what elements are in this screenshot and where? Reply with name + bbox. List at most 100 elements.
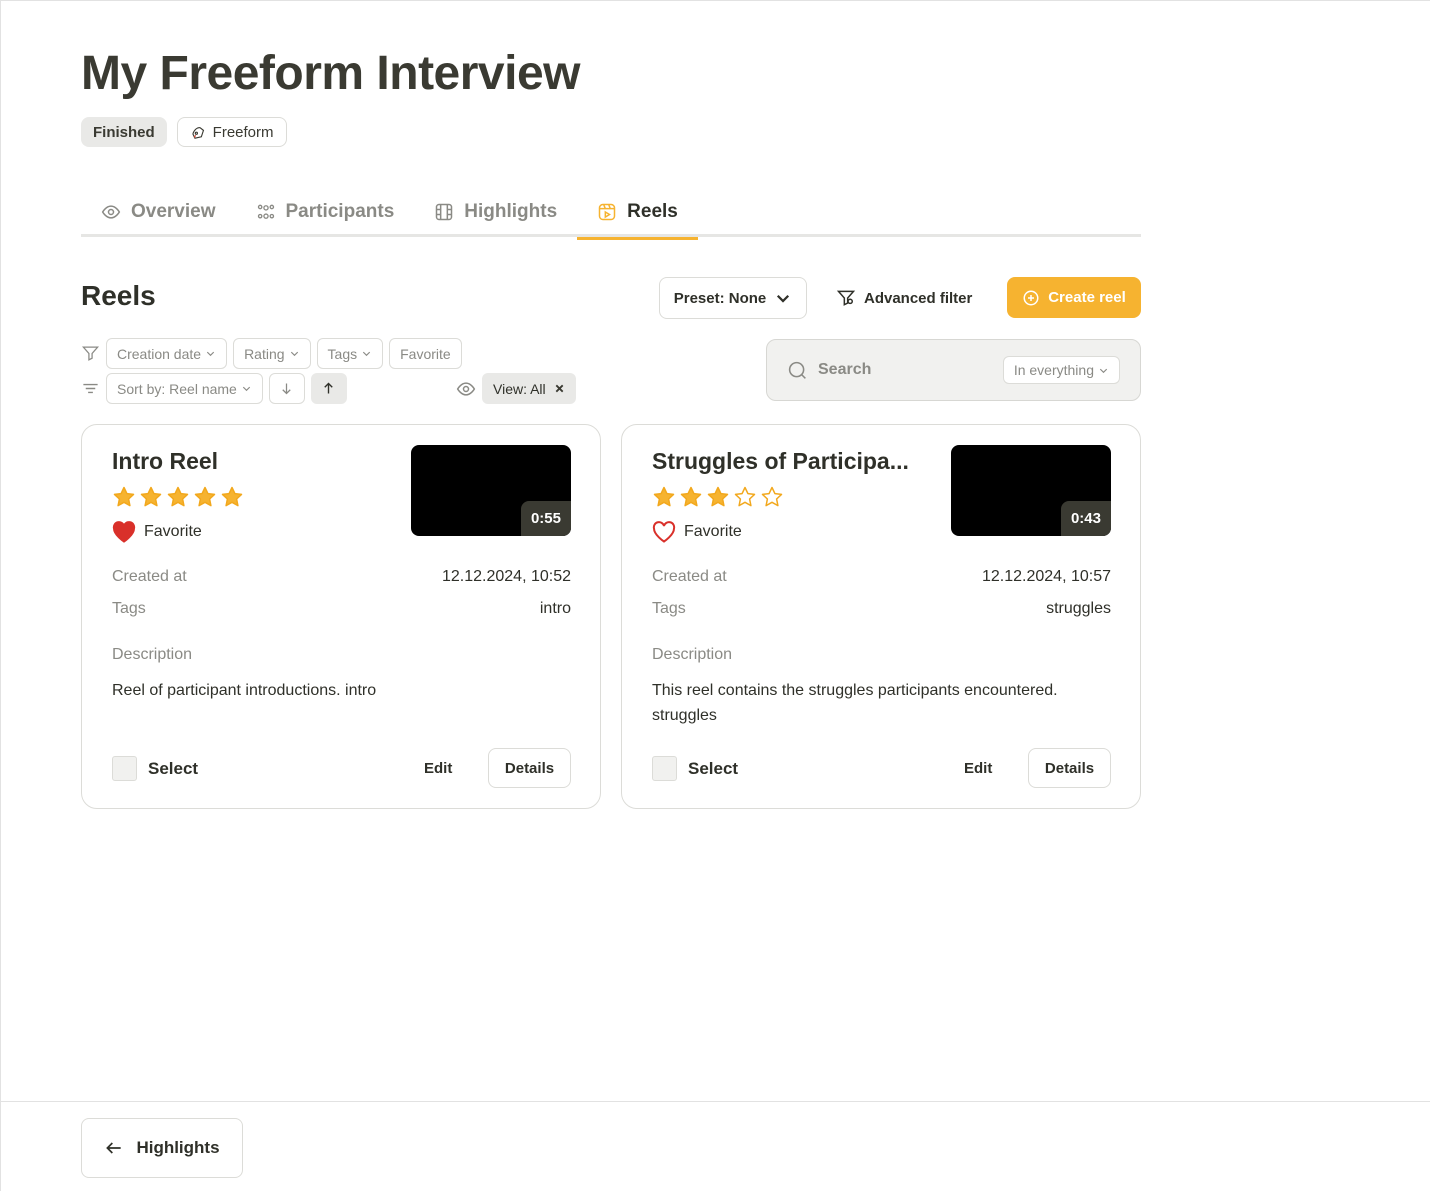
description-label: Description <box>652 646 733 663</box>
search-input[interactable]: Search <box>818 361 1003 379</box>
view-filter: View: All <box>456 373 576 404</box>
reel-card[interactable]: Struggles of Participa... Favorite 0:43 … <box>621 424 1141 809</box>
close-icon[interactable] <box>554 383 565 394</box>
created-row: Created at 12.12.2024, 10:52 <box>112 568 571 586</box>
star-rating[interactable] <box>112 485 244 509</box>
edit-button[interactable]: Edit <box>950 748 1006 788</box>
chevron-down-icon <box>777 294 790 303</box>
favorite-label: Favorite <box>144 523 202 540</box>
arrow-up-icon <box>324 382 334 394</box>
duration-badge: 0:55 <box>520 501 571 536</box>
type-badge-label: Freeform <box>212 123 274 141</box>
star-filled-icon[interactable] <box>112 485 136 509</box>
plus-circle-icon <box>1023 290 1039 305</box>
tab-reels[interactable]: Reels <box>577 186 698 240</box>
search-scope-dropdown[interactable]: In everything <box>1002 356 1120 384</box>
created-label: Created at <box>652 568 727 585</box>
created-value: 12.12.2024, 10:52 <box>441 568 571 585</box>
back-to-highlights-button[interactable]: Highlights <box>81 1118 243 1178</box>
checkbox[interactable] <box>652 756 677 781</box>
heart-icon <box>652 521 676 543</box>
freeform-icon <box>191 126 204 139</box>
filter-chip-label: Tags <box>327 345 358 362</box>
chevron-down-icon <box>362 351 371 357</box>
tab-overview-label: Overview <box>131 200 216 222</box>
filter-chip-label: Favorite <box>400 345 451 362</box>
sort-dropdown[interactable]: Sort by: Reel name <box>106 373 263 404</box>
favorite-label: Favorite <box>684 523 742 540</box>
duration-badge: 0:43 <box>1060 501 1111 536</box>
back-label: Highlights <box>136 1138 220 1157</box>
tab-reels-label: Reels <box>627 200 678 222</box>
star-filled-icon[interactable] <box>193 485 217 509</box>
star-filled-icon[interactable] <box>679 485 703 509</box>
details-button[interactable]: Details <box>488 748 571 788</box>
search-scope-label: In everything <box>1013 362 1094 378</box>
select-checkbox[interactable]: Select <box>652 756 738 781</box>
chevron-down-icon <box>290 351 298 357</box>
reel-thumbnail[interactable]: 0:43 <box>951 445 1111 536</box>
tab-bar: Overview Participants Highlights Reels <box>81 186 1141 240</box>
tab-participants[interactable]: Participants <box>236 186 415 237</box>
status-badge: Finished <box>81 117 167 147</box>
create-reel-button[interactable]: Create reel <box>1007 277 1141 318</box>
filter-chip-favorite[interactable]: Favorite <box>389 338 462 369</box>
select-label: Select <box>148 758 199 778</box>
tab-highlights[interactable]: Highlights <box>414 186 577 237</box>
advanced-filter-label: Advanced filter <box>864 289 973 307</box>
star-filled-icon[interactable] <box>139 485 163 509</box>
create-reel-label: Create reel <box>1048 289 1126 306</box>
sort-ascending-button[interactable] <box>310 373 347 404</box>
favorite-toggle[interactable]: Favorite <box>112 521 202 543</box>
favorite-toggle[interactable]: Favorite <box>652 521 742 543</box>
arrow-left-icon <box>106 1142 122 1154</box>
participants-icon <box>257 204 274 219</box>
reel-title: Intro Reel <box>112 448 219 474</box>
tab-highlights-label: Highlights <box>464 200 558 222</box>
filter-chip-creation-date[interactable]: Creation date <box>106 338 228 369</box>
page-title: My Freeform Interview <box>81 47 580 100</box>
description-text: Reel of participant introductions. intro <box>112 682 377 699</box>
select-label: Select <box>688 758 739 778</box>
filter-chip-tags[interactable]: Tags <box>316 338 384 369</box>
details-button[interactable]: Details <box>1028 748 1111 788</box>
tab-overview[interactable]: Overview <box>81 186 236 237</box>
filter-chip-label: Creation date <box>117 345 202 362</box>
type-badge: Freeform <box>176 117 287 147</box>
star-filled-icon[interactable] <box>706 485 730 509</box>
sort-label: Sort by: Reel name <box>117 380 237 397</box>
description-text: This reel contains the struggles partici… <box>652 682 1058 724</box>
search-icon <box>788 361 806 379</box>
description-label: Description <box>112 646 193 663</box>
tags-value: struggles <box>1046 600 1111 617</box>
sort-descending-button[interactable] <box>268 373 305 404</box>
star-filled-icon[interactable] <box>220 485 244 509</box>
chevron-down-icon <box>242 386 250 392</box>
search-box[interactable]: Search In everything <box>766 339 1141 401</box>
sort-row: Sort by: Reel name <box>81 373 347 404</box>
star-rating[interactable] <box>652 485 784 509</box>
star-filled-icon[interactable] <box>652 485 676 509</box>
filter-icon <box>836 290 856 306</box>
view-chip[interactable]: View: All <box>482 373 576 404</box>
chevron-down-icon <box>206 351 215 357</box>
created-row: Created at 12.12.2024, 10:57 <box>652 568 1111 586</box>
reel-icon <box>598 203 616 220</box>
select-checkbox[interactable]: Select <box>112 756 198 781</box>
preset-dropdown[interactable]: Preset: None <box>659 277 807 319</box>
advanced-filter-button[interactable]: Advanced filter <box>836 277 972 319</box>
filter-icon <box>81 346 100 361</box>
eye-icon <box>456 381 476 396</box>
reel-thumbnail[interactable]: 0:55 <box>411 445 571 536</box>
edit-button[interactable]: Edit <box>410 748 466 788</box>
star-filled-icon[interactable] <box>166 485 190 509</box>
filter-row: Creation date Rating Tags Favorite <box>81 338 462 369</box>
tags-value: intro <box>539 600 571 617</box>
star-empty-icon[interactable] <box>760 485 784 509</box>
eye-icon <box>101 204 121 219</box>
filter-chip-rating[interactable]: Rating <box>233 338 311 369</box>
star-empty-icon[interactable] <box>733 485 757 509</box>
reel-card[interactable]: Intro Reel Favorite 0:55 Created at 12.1… <box>81 424 601 809</box>
preset-label: Preset: None <box>673 289 767 307</box>
checkbox[interactable] <box>112 756 137 781</box>
